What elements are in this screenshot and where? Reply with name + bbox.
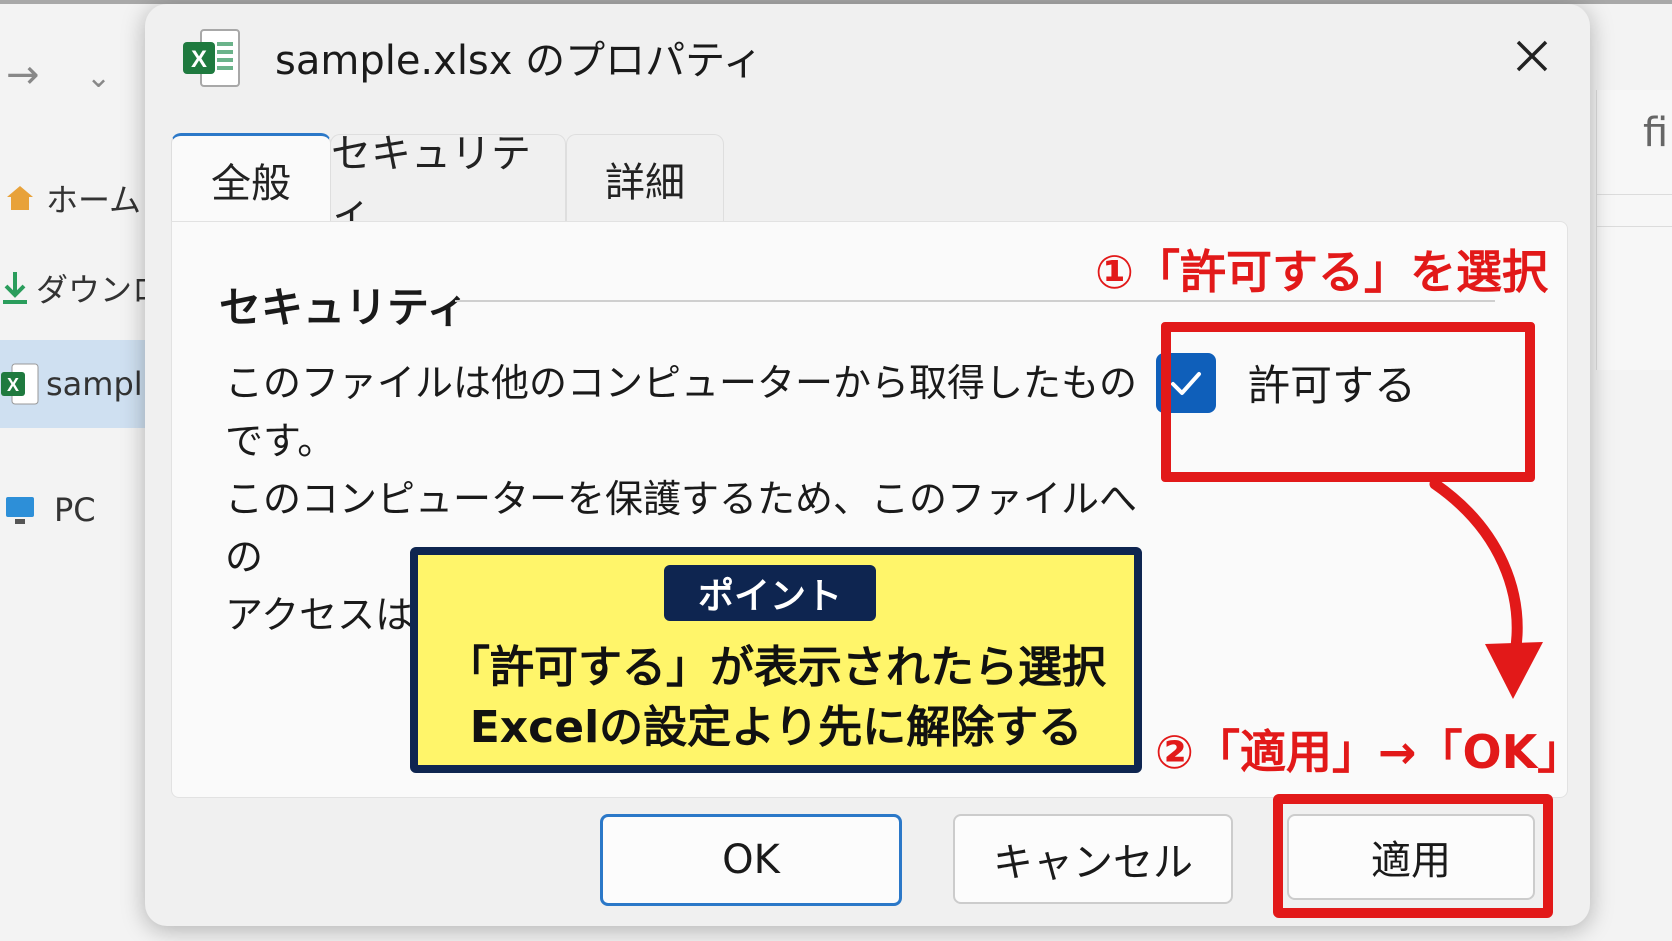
tab-general[interactable]: 全般	[171, 133, 331, 224]
monitor-icon	[0, 494, 40, 526]
home-icon	[0, 183, 40, 213]
point-line: 「許可する」が表示されたら選択	[446, 642, 1106, 693]
svg-text:X: X	[191, 46, 207, 73]
forward-arrow-icon[interactable]: →	[6, 52, 40, 98]
chevron-down-icon[interactable]: ⌄	[86, 60, 111, 95]
divider	[1597, 226, 1672, 227]
sidebar-item-sample[interactable]: X sampl	[0, 340, 145, 428]
ok-button[interactable]: OK	[600, 814, 902, 906]
tab-security[interactable]: セキュリティ	[330, 131, 566, 235]
explorer-sidebar: ホーム ダウンロ X sampl PC	[0, 140, 145, 941]
divider	[1597, 194, 1672, 195]
details-pane-text: fi	[1643, 110, 1669, 156]
annotation-step1: ①「許可する」を選択	[1095, 245, 1548, 299]
sidebar-item-downloads[interactable]: ダウンロ	[0, 258, 145, 318]
sidebar-item-home[interactable]: ホーム	[0, 168, 145, 228]
svg-text:X: X	[7, 375, 19, 395]
sidebar-item-label: PC	[54, 491, 96, 529]
point-callout: ポイント 「許可する」が表示されたら選択 Excelの設定より先に解除する	[410, 547, 1142, 773]
close-button[interactable]	[1502, 26, 1562, 86]
message-line: このファイルは他のコンピューターから取得したものです。	[225, 361, 1138, 463]
point-tag: ポイント	[664, 565, 876, 621]
excel-file-icon: X	[181, 28, 243, 90]
sidebar-item-label: ホーム	[46, 181, 142, 219]
cancel-button[interactable]: キャンセル	[953, 814, 1233, 904]
close-icon	[1516, 40, 1548, 72]
tab-label: セキュリティ	[331, 131, 531, 235]
annotation-arrow-icon	[1429, 478, 1543, 699]
explorer-details-pane: fi	[1596, 90, 1672, 370]
annotation-highlight-apply	[1273, 794, 1553, 918]
sidebar-item-label: ダウンロ	[36, 271, 145, 309]
sidebar-item-pc[interactable]: PC	[0, 480, 145, 540]
tab-details[interactable]: 詳細	[566, 134, 724, 223]
section-title: セキュリティ	[219, 283, 469, 332]
dialog-titlebar: X sample.xlsx のプロパティ	[145, 4, 1590, 104]
excel-file-icon: X	[0, 362, 40, 406]
tab-label: 全般	[211, 161, 291, 207]
annotation-step2: ②「適用」→「OK」	[1155, 725, 1584, 779]
point-line: Excelの設定より先に解除する	[469, 702, 1083, 753]
download-icon	[0, 270, 30, 306]
properties-dialog: X sample.xlsx のプロパティ 全般 セキュリティ 詳細 セキュリティ…	[145, 4, 1590, 926]
sidebar-item-label: sampl	[46, 365, 143, 403]
tab-label: 詳細	[605, 160, 685, 206]
annotation-highlight-checkbox	[1161, 322, 1535, 482]
dialog-title: sample.xlsx のプロパティ	[275, 38, 763, 84]
